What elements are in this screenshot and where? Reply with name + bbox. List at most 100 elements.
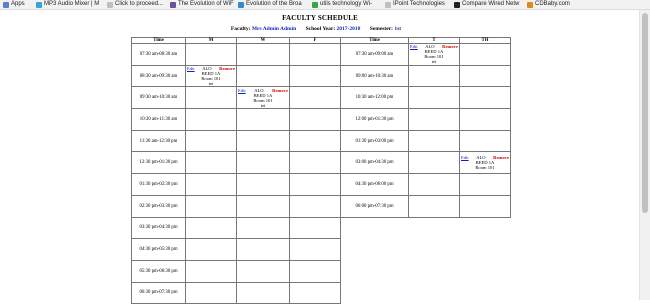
schedule-row: 06:30 pm-07:30 pm — [131, 281, 341, 304]
day-cell-th[interactable] — [459, 108, 511, 131]
day-cell-m[interactable]: Edit Remove ALO BEED 1A Room 101 tet — [185, 64, 237, 88]
day-cell-t[interactable]: Edit Remove ALO BEED 1A Room 101 tet — [408, 43, 460, 66]
bookmark-item[interactable]: Compare Wired Netw — [454, 0, 519, 9]
day-cell-w[interactable] — [236, 129, 290, 153]
day-cell-t[interactable] — [408, 129, 460, 153]
day-cell-th[interactable] — [459, 129, 511, 153]
day-cell-f[interactable] — [289, 216, 341, 240]
class-entry: Edit Remove ALO BEED 1A Room 101 tet — [237, 88, 289, 108]
day-cell-f[interactable] — [289, 194, 341, 218]
day-cell-w[interactable] — [236, 64, 290, 88]
day-cell-f[interactable] — [289, 129, 341, 153]
time-slot: 12:00 pm-01:30 pm — [340, 108, 409, 131]
time-slot: 06:30 pm-07:30 pm — [131, 281, 186, 304]
faculty-value: Mrs Admin Admin — [251, 26, 297, 32]
day-cell-f[interactable] — [289, 281, 341, 304]
time-slot: 01:30 pm-02:30 pm — [131, 173, 186, 196]
bookmark-item[interactable]: The Evolution of WiF — [170, 0, 234, 9]
entry-extra: tet — [260, 102, 266, 108]
day-cell-w[interactable] — [236, 238, 290, 261]
page-content: FACULTY SCHEDULE Faculty: Mrs Admin Admi… — [0, 10, 640, 304]
time-slot: 04:30 pm-06:00 pm — [340, 173, 409, 196]
day-cell-w[interactable] — [236, 173, 290, 196]
time-slot: 03:00 pm-04:30 pm — [340, 151, 409, 175]
edit-link[interactable]: Edit — [410, 44, 418, 49]
day-cell-w[interactable] — [236, 216, 290, 240]
faculty-label: Faculty: — [230, 26, 251, 32]
day-cell-w[interactable] — [236, 194, 290, 218]
entry-extra: tet — [431, 59, 437, 65]
bookmark-label: Evolution of the Broa — [246, 1, 302, 7]
day-cell-th[interactable] — [459, 194, 511, 218]
time-slot: 07:30 am-09:00 am — [340, 43, 409, 66]
bookmarks-bar: Apps MP3 Audio Mixer | M Click to procee… — [0, 0, 650, 10]
day-cell-t[interactable] — [408, 173, 460, 196]
bookmark-item[interactable]: CDBaby.com — [527, 0, 570, 9]
day-cell-f[interactable] — [289, 108, 341, 131]
day-cell-th[interactable] — [459, 86, 511, 110]
day-cell-m[interactable] — [185, 108, 237, 131]
bookmark-item[interactable]: MP3 Audio Mixer | M — [36, 0, 99, 9]
time-slot: 09:30 am-10:30 am — [131, 86, 186, 110]
day-cell-w[interactable] — [236, 281, 290, 304]
edit-link[interactable]: Edit — [187, 66, 195, 71]
day-cell-m[interactable] — [185, 216, 237, 240]
day-cell-m[interactable] — [185, 259, 237, 283]
bookmark-item[interactable]: utils technology Wi- — [312, 0, 372, 9]
day-cell-t[interactable] — [408, 151, 460, 175]
apps-grid-icon — [3, 1, 9, 8]
day-cell-th[interactable] — [459, 64, 511, 88]
time-slot: 01:30 pm-03:00 pm — [340, 129, 409, 153]
day-cell-w[interactable] — [236, 151, 290, 175]
day-cell-m[interactable] — [185, 173, 237, 196]
day-cell-t[interactable] — [408, 64, 460, 88]
day-cell-th[interactable]: Edit Remove ALO BEED 1A Room 101 — [459, 151, 511, 175]
day-cell-w[interactable]: Edit Remove ALO BEED 1A Room 101 tet — [236, 86, 290, 110]
edit-link[interactable]: Edit — [461, 155, 469, 160]
bookmark-item[interactable]: IPoint Technologies — [385, 0, 445, 9]
day-cell-t[interactable] — [408, 108, 460, 131]
day-cell-f[interactable] — [289, 43, 341, 66]
schedule-row: 05:30 pm-06:30 pm — [131, 259, 341, 283]
mwf-schedule-table: Time M W F 07:30 am-08:30 am 08:30 am-09:… — [131, 37, 341, 304]
bookmark-apps[interactable]: Apps — [3, 0, 25, 9]
edit-link[interactable]: Edit — [238, 88, 246, 93]
day-cell-f[interactable] — [289, 64, 341, 88]
class-entry: Edit Remove ALO BEED 1A Room 101 tet — [186, 66, 236, 86]
bookmark-label: The Evolution of WiF — [178, 1, 234, 7]
page-icon — [170, 1, 176, 8]
day-cell-m[interactable] — [185, 86, 237, 110]
scrollbar-thumb[interactable] — [642, 13, 648, 213]
day-cell-w[interactable] — [236, 43, 290, 66]
page-icon — [238, 1, 244, 8]
day-cell-m[interactable] — [185, 281, 237, 304]
time-slot: 08:30 am-09:30 am — [131, 64, 186, 88]
remove-link[interactable]: Remove — [493, 155, 509, 160]
day-cell-f[interactable] — [289, 86, 341, 110]
day-cell-f[interactable] — [289, 259, 341, 283]
day-cell-f[interactable] — [289, 173, 341, 196]
day-cell-m[interactable] — [185, 238, 237, 261]
day-cell-w[interactable] — [236, 259, 290, 283]
day-cell-f[interactable] — [289, 151, 341, 175]
day-cell-w[interactable] — [236, 108, 290, 131]
remove-link[interactable]: Remove — [272, 88, 288, 93]
day-cell-f[interactable] — [289, 238, 341, 261]
page-icon — [312, 1, 318, 8]
remove-link[interactable]: Remove — [442, 44, 458, 49]
time-slot: 10:30 am-11:30 am — [131, 108, 186, 131]
bookmark-item[interactable]: Evolution of the Broa — [238, 0, 302, 9]
remove-link[interactable]: Remove — [219, 66, 235, 71]
day-cell-m[interactable] — [185, 129, 237, 153]
day-cell-th[interactable] — [459, 43, 511, 66]
day-cell-t[interactable] — [408, 194, 460, 218]
bookmark-item[interactable]: Click to proceed... — [107, 0, 163, 9]
schedule-row: 07:30 am-09:00 am Edit Remove ALO BEED 1A Roo… — [340, 43, 511, 66]
class-entry: Edit Remove ALO BEED 1A Room 101 — [460, 155, 510, 170]
day-cell-m[interactable] — [185, 43, 237, 66]
day-cell-t[interactable] — [408, 86, 460, 110]
day-cell-th[interactable] — [459, 173, 511, 196]
day-cell-m[interactable] — [185, 151, 237, 175]
day-cell-m[interactable] — [185, 194, 237, 218]
vertical-scrollbar[interactable] — [639, 10, 650, 300]
